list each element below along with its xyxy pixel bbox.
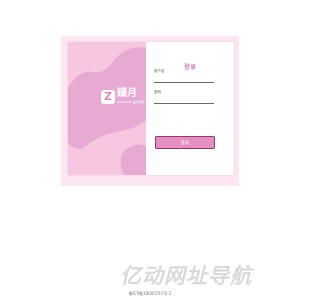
watermark-text: 亿动网址导航 (120, 264, 252, 288)
login-button[interactable]: 登录 (155, 136, 215, 149)
username-input[interactable] (154, 74, 214, 83)
brand-tagline: ZHENYUE 品牌运营 (117, 100, 145, 104)
login-card: Z 臻月 ZHENYUE 品牌运营 登录 用户名 密码 登录 (68, 42, 234, 175)
password-field: 密码 (154, 90, 214, 104)
brand-panel: Z 臻月 ZHENYUE 品牌运营 (68, 42, 146, 175)
decorative-blobs (68, 47, 146, 175)
password-input[interactable] (154, 95, 214, 104)
icp-record-link[interactable]: 豫ICP备19000747号-2 (0, 291, 300, 297)
brand-name: 臻月 (117, 88, 137, 99)
bottom-blob (120, 144, 146, 175)
brand-logo-icon: Z (101, 89, 115, 104)
username-field: 用户名 (154, 69, 214, 83)
brand-logo: Z 臻月 ZHENYUE 品牌运营 (101, 89, 144, 104)
